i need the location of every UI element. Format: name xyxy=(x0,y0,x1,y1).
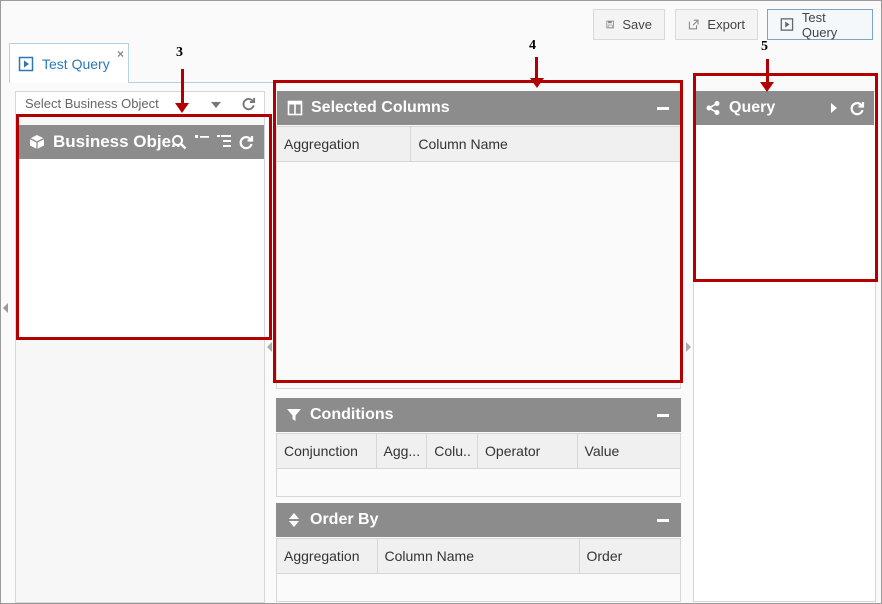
sort-icon xyxy=(289,513,299,527)
play-box-icon xyxy=(780,18,794,31)
annotation-arrow-5 xyxy=(766,59,769,83)
play-box-icon xyxy=(18,56,34,71)
splitter-left-handle[interactable] xyxy=(267,342,272,352)
annotation-arrowhead-4 xyxy=(530,78,544,88)
annotation-box-5 xyxy=(693,73,878,282)
test-query-label: Test Query xyxy=(801,9,838,40)
column-header[interactable]: Agg... xyxy=(377,434,428,468)
collapse-left-handle[interactable] xyxy=(3,303,8,313)
column-header[interactable]: Value xyxy=(578,434,680,468)
conditions-header: Conditions xyxy=(276,398,681,432)
annotation-box-4 xyxy=(273,80,683,383)
order-by-body xyxy=(276,574,681,602)
save-label: Save xyxy=(622,17,652,32)
order-by-table-header: Aggregation Column Name Order xyxy=(276,538,681,574)
export-icon xyxy=(688,19,699,30)
conditions-table-header: Conjunction Agg... Colu.. Operator Value xyxy=(276,433,681,469)
column-header[interactable]: Operator xyxy=(478,434,578,468)
conditions-title: Conditions xyxy=(310,406,394,423)
export-button[interactable]: Export xyxy=(675,9,758,40)
annotation-arrowhead-5 xyxy=(760,82,774,92)
refresh-icon[interactable] xyxy=(241,96,256,111)
order-by-header: Order By xyxy=(276,503,681,537)
test-query-button[interactable]: Test Query xyxy=(767,9,873,40)
annotation-arrow-4 xyxy=(535,57,538,79)
annotation-marker-5: 5 xyxy=(761,39,768,54)
minimize-icon[interactable] xyxy=(657,414,669,417)
splitter-right-handle[interactable] xyxy=(686,342,691,352)
annotation-box-3 xyxy=(16,114,272,340)
chevron-down-icon[interactable] xyxy=(211,102,221,108)
save-button[interactable]: Save xyxy=(593,9,665,40)
business-object-select[interactable]: Select Business Object xyxy=(16,92,264,116)
annotation-arrowhead-3 xyxy=(175,103,189,113)
close-icon[interactable]: × xyxy=(117,47,124,61)
annotation-arrow-3 xyxy=(181,69,184,105)
export-label: Export xyxy=(707,17,745,32)
annotation-marker-4: 4 xyxy=(529,38,536,53)
tab-divider xyxy=(128,82,273,83)
order-by-title: Order By xyxy=(310,511,379,528)
column-header[interactable]: Aggregation xyxy=(277,539,378,573)
minimize-icon[interactable] xyxy=(657,519,669,522)
tab-label: Test Query xyxy=(42,55,110,72)
annotation-marker-3: 3 xyxy=(176,45,183,60)
column-header[interactable]: Order xyxy=(580,539,681,573)
filter-icon xyxy=(287,409,301,421)
tab-test-query[interactable]: Test Query × xyxy=(9,43,129,83)
conditions-body xyxy=(276,469,681,497)
column-header[interactable]: Colu.. xyxy=(427,434,479,468)
column-header[interactable]: Column Name xyxy=(378,539,580,573)
column-header[interactable]: Conjunction xyxy=(277,434,377,468)
application-window: Save Export Test Query Test Query × Sele… xyxy=(0,0,882,604)
save-icon xyxy=(606,20,614,29)
business-object-select-placeholder: Select Business Object xyxy=(25,96,159,111)
